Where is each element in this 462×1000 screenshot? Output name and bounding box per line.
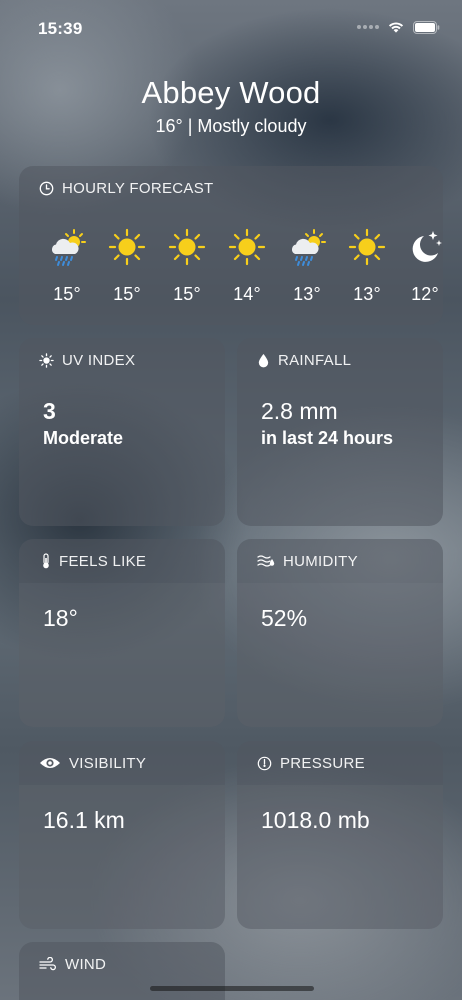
feels-like-value: 18° xyxy=(43,605,78,631)
rainfall-title: RAINFALL xyxy=(278,351,352,369)
uv-index-header: UV INDEX xyxy=(19,338,225,382)
battery-icon xyxy=(413,20,440,34)
moon-stars-icon xyxy=(412,231,442,262)
hourly-temp: 15° xyxy=(53,284,81,304)
hourly-temp: 15° xyxy=(173,284,201,304)
humidity-header: HUMIDITY xyxy=(237,539,443,583)
wifi-icon xyxy=(388,22,404,33)
clock-icon xyxy=(39,181,54,195)
raindrop-icon xyxy=(258,353,269,367)
hourly-forecast-header: HOURLY FORECAST xyxy=(19,166,443,210)
hourly-temp: 13° xyxy=(293,284,321,304)
wind-title: WIND xyxy=(65,955,107,973)
visibility-value: 16.1 km xyxy=(43,807,125,833)
hourly-item: 15° xyxy=(45,224,89,305)
uv-index-card[interactable]: UV INDEX 3 Moderate xyxy=(19,338,225,526)
hourly-item: 14° xyxy=(225,224,269,305)
location-header: Abbey Wood 16° | Mostly cloudy xyxy=(0,74,462,137)
pressure-title: PRESSURE xyxy=(280,754,365,772)
cellular-signal-icon xyxy=(357,25,379,29)
sun-icon xyxy=(228,228,266,266)
uv-index-title: UV INDEX xyxy=(62,351,136,369)
cloud-sun-rain-icon xyxy=(291,229,326,266)
hourly-item: 13° xyxy=(285,224,329,305)
hourly-temp: 13° xyxy=(353,284,381,304)
eye-icon xyxy=(40,758,60,768)
humidity-value: 52% xyxy=(261,605,308,631)
feels-like-card[interactable]: FEELS LIKE 18° xyxy=(19,539,225,727)
status-icons xyxy=(357,20,440,34)
sun-icon xyxy=(168,228,206,266)
humidity-icon xyxy=(257,555,275,567)
humidity-title: HUMIDITY xyxy=(283,552,358,570)
hourly-item: 12° xyxy=(403,224,443,305)
rainfall-card[interactable]: RAINFALL 2.8 mm in last 24 hours xyxy=(237,338,443,526)
sun-icon xyxy=(348,228,386,266)
feels-like-body: 18° xyxy=(19,583,225,727)
visibility-body: 16.1 km xyxy=(19,785,225,929)
gauge-icon xyxy=(257,756,272,770)
hourly-forecast-card[interactable]: HOURLY FORECAST 15° 15° 15° 14° 13° 13° … xyxy=(19,166,443,325)
visibility-header: VISIBILITY xyxy=(19,741,225,785)
feels-like-header: FEELS LIKE xyxy=(19,539,225,583)
hourly-temp: 14° xyxy=(233,284,261,304)
humidity-card[interactable]: HUMIDITY 52% xyxy=(237,539,443,727)
wind-icon xyxy=(39,957,56,971)
rainfall-period: in last 24 hours xyxy=(261,428,394,448)
hourly-forecast-list[interactable]: 15° 15° 15° 14° 13° 13° 12° xyxy=(39,224,443,314)
pressure-value: 1018.0 mb xyxy=(261,807,370,833)
hourly-item: 15° xyxy=(165,224,209,305)
uv-index-value: 3 xyxy=(43,398,56,424)
humidity-body: 52% xyxy=(237,583,443,727)
hourly-item: 13° xyxy=(345,224,389,305)
hourly-item: 15° xyxy=(105,224,149,305)
status-time: 15:39 xyxy=(38,19,83,38)
home-indicator[interactable] xyxy=(150,986,314,991)
rainfall-header: RAINFALL xyxy=(237,338,443,382)
hourly-temp: 15° xyxy=(113,284,141,304)
wind-header: WIND xyxy=(19,942,225,986)
pressure-header: PRESSURE xyxy=(237,741,443,785)
pressure-body: 1018.0 mb xyxy=(237,785,443,929)
feels-like-title: FEELS LIKE xyxy=(59,552,147,570)
uv-index-level: Moderate xyxy=(43,428,124,448)
sun-icon xyxy=(39,352,54,368)
hourly-forecast-title: HOURLY FORECAST xyxy=(62,179,214,197)
visibility-title: VISIBILITY xyxy=(69,754,147,772)
rainfall-value: 2.8 mm xyxy=(261,398,338,424)
sun-icon xyxy=(108,228,146,266)
cloud-sun-rain-icon xyxy=(51,229,86,266)
weather-summary: 16° | Mostly cloudy xyxy=(155,116,307,136)
visibility-card[interactable]: VISIBILITY 16.1 km xyxy=(19,741,225,929)
pressure-card[interactable]: PRESSURE 1018.0 mb xyxy=(237,741,443,929)
hourly-temp: 12° xyxy=(411,284,439,304)
wind-card[interactable]: WIND xyxy=(19,942,225,1000)
city-name: Abbey Wood xyxy=(141,75,321,110)
status-bar: 15:39 xyxy=(0,0,462,60)
thermometer-icon xyxy=(43,553,49,569)
